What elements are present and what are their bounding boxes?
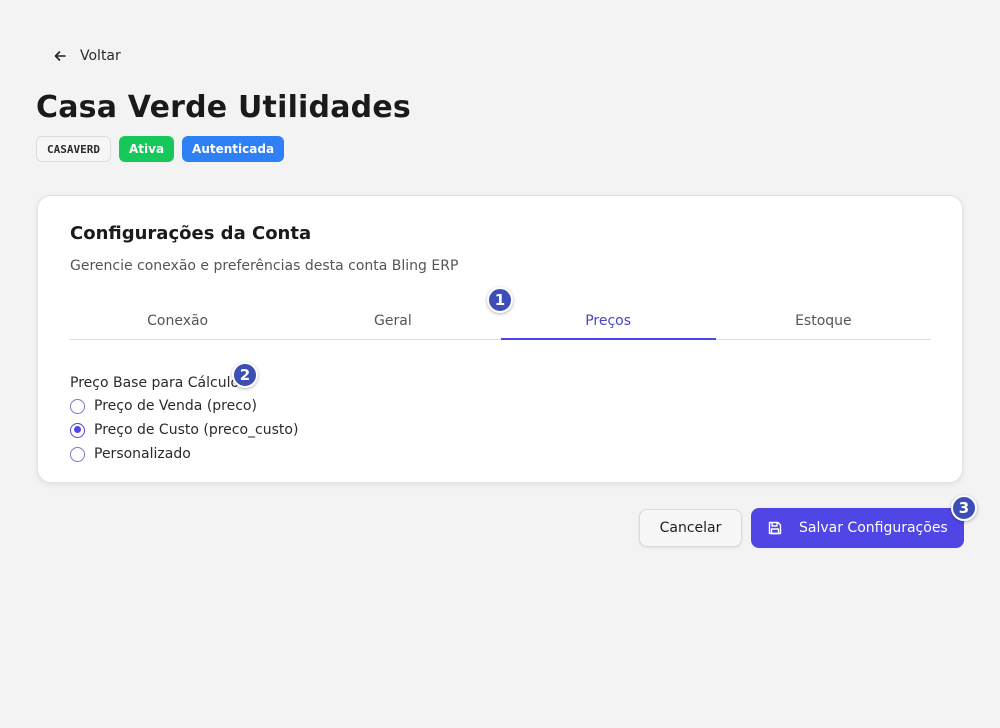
arrow-left-icon [54,51,66,61]
radio-venda[interactable] [70,398,85,414]
radio-label: Preço de Venda (preco) [94,398,257,414]
price-option-venda[interactable]: Preço de Venda (preco) [70,394,298,418]
price-option-custo[interactable]: Preço de Custo (preco_custo) [70,418,298,442]
radio-personalizado[interactable] [70,446,85,462]
card-title: Configurações da Conta [70,223,312,244]
back-label: Voltar [80,48,121,64]
tab-conexao[interactable]: Conexão [70,302,285,339]
price-base-label: Preço Base para Cálculo [70,375,240,391]
auth-badge: Autenticada [182,136,285,162]
step-marker-1: 1 [487,287,513,313]
badge-row: CASAVERD Ativa Autenticada [36,136,285,162]
back-button[interactable]: Voltar [44,42,129,70]
radio-custo[interactable] [70,422,85,438]
floppy-disk-icon [768,521,782,535]
page-title: Casa Verde Utilidades [36,90,411,125]
settings-card: Configurações da Conta Gerencie conexão … [37,195,963,483]
save-button[interactable]: Salvar Configurações [751,508,964,548]
price-base-radio-group: Preço de Venda (preco) Preço de Custo (p… [70,394,298,466]
cancel-button[interactable]: Cancelar [639,509,742,547]
radio-label: Personalizado [94,446,191,462]
tab-precos[interactable]: Preços [500,302,717,340]
price-option-personalizado[interactable]: Personalizado [70,442,298,466]
step-marker-3: 3 [951,495,977,521]
card-description: Gerencie conexão e preferências desta co… [70,258,459,274]
tab-geral[interactable]: Geral [285,302,500,339]
save-button-label: Salvar Configurações [799,520,948,536]
account-code-badge: CASAVERD [36,136,111,162]
radio-label: Preço de Custo (preco_custo) [94,422,299,438]
status-badge: Ativa [118,136,175,162]
tab-estoque[interactable]: Estoque [716,302,931,339]
step-marker-2: 2 [232,362,258,388]
